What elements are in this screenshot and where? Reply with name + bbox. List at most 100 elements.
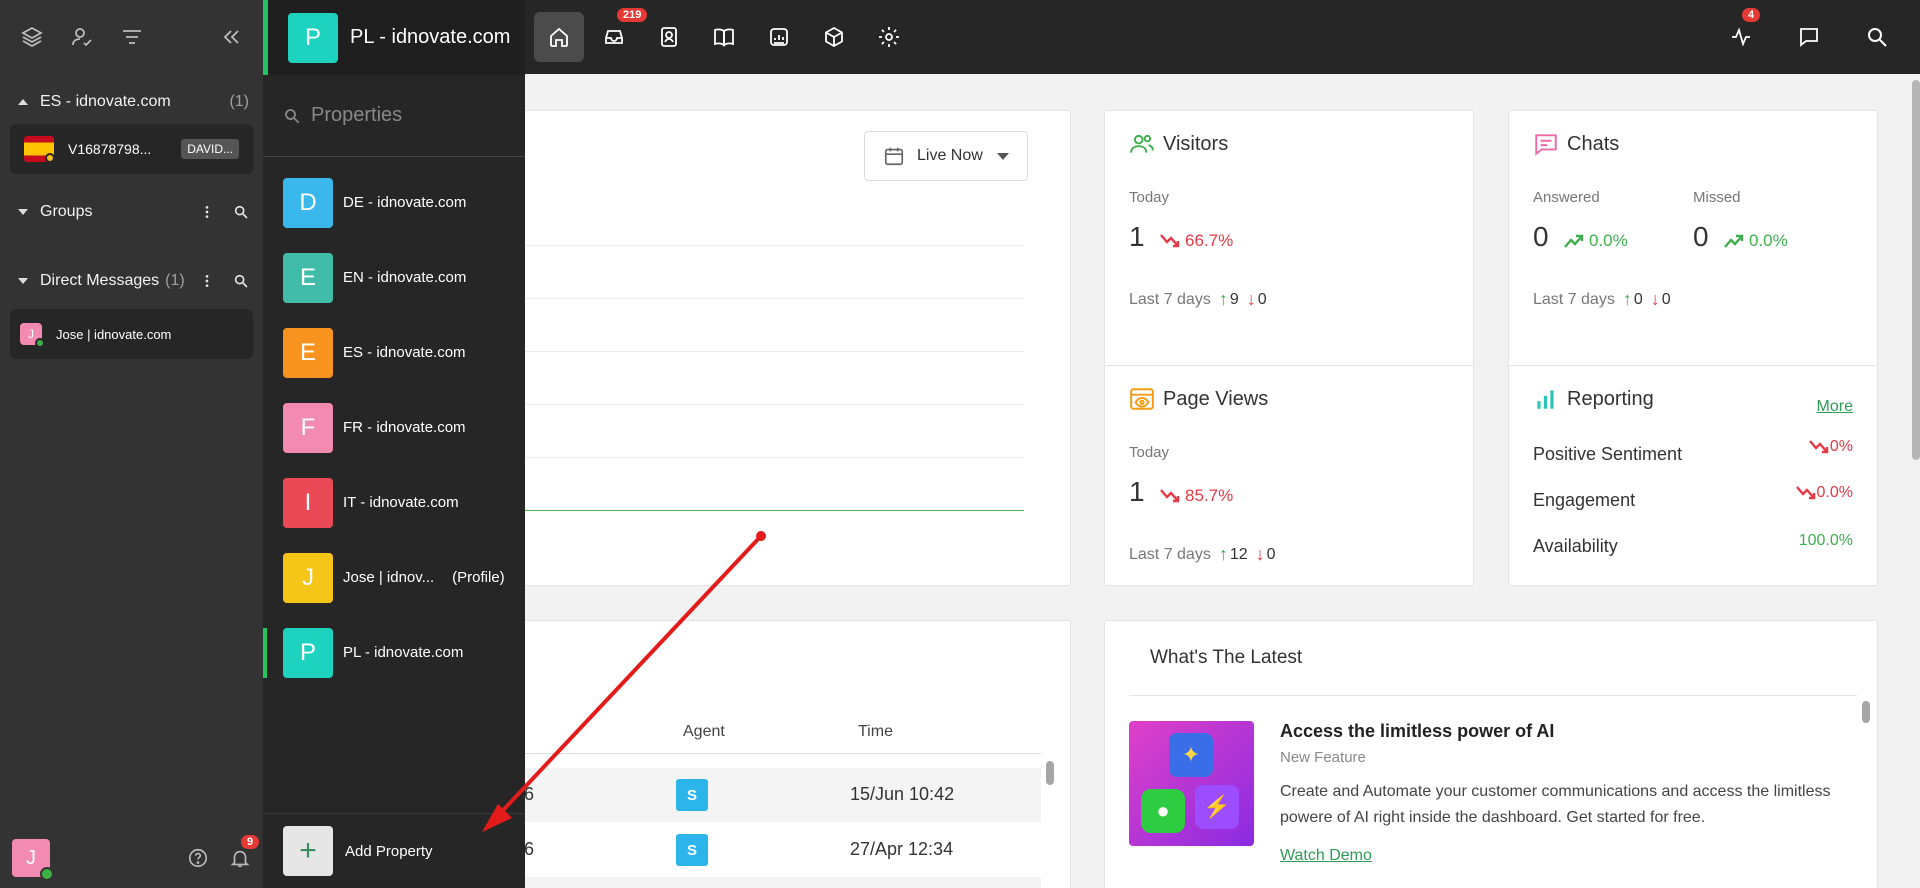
property-name: ES - idnovate.com bbox=[343, 344, 466, 361]
chart-gridline bbox=[516, 457, 1024, 458]
nav-inbox[interactable]: 219 bbox=[589, 8, 648, 62]
search-icon[interactable] bbox=[233, 204, 249, 220]
property-tile: E bbox=[283, 327, 333, 378]
user-avatar[interactable]: J bbox=[12, 839, 54, 881]
chats-last7: Last 7 days ↑ 0 ↓ 0 bbox=[1533, 289, 1671, 309]
search-icon[interactable] bbox=[233, 273, 249, 289]
caret-down-icon bbox=[18, 209, 28, 215]
news-subtitle: New Feature bbox=[1280, 749, 1366, 766]
cell-time: 15/Jun 10:42 bbox=[850, 784, 955, 804]
property-name: Jose | idnov... bbox=[343, 569, 435, 586]
nav-home[interactable] bbox=[534, 12, 584, 62]
global-search-button[interactable] bbox=[1852, 12, 1902, 62]
latest-divider bbox=[1129, 695, 1857, 696]
report-icon bbox=[770, 28, 788, 46]
ai-feature-image: ✦ ● ⚡ bbox=[1129, 721, 1254, 846]
collapse-sidebar-icon[interactable] bbox=[219, 25, 243, 49]
visitor-name: V16878798... bbox=[68, 141, 152, 157]
more-vertical-icon[interactable] bbox=[199, 273, 215, 289]
arrow-up-icon: ↑ bbox=[1622, 289, 1632, 309]
property-item-de[interactable]: D DE - idnovate.com bbox=[263, 165, 525, 240]
table-scrollbar[interactable] bbox=[1046, 761, 1054, 785]
page-scrollbar[interactable] bbox=[1912, 80, 1920, 460]
dm-item[interactable]: J Jose | idnovate.com bbox=[10, 309, 253, 359]
current-property[interactable]: P PL - idnovate.com bbox=[263, 0, 525, 75]
property-item-fr[interactable]: F FR - idnovate.com bbox=[263, 390, 525, 465]
property-item-it[interactable]: I IT - idnovate.com bbox=[263, 465, 525, 540]
reporting-more-link[interactable]: More bbox=[1817, 398, 1853, 416]
missed-value: 0 bbox=[1693, 221, 1709, 252]
watch-demo-link[interactable]: Watch Demo bbox=[1280, 847, 1372, 865]
visitors-trend: 66.7% bbox=[1159, 231, 1233, 251]
arrow-down-icon: ↓ bbox=[1255, 544, 1265, 564]
bar-chart-icon bbox=[1537, 390, 1554, 409]
table-row[interactable] bbox=[516, 877, 1041, 888]
property-item-en[interactable]: E EN - idnovate.com bbox=[263, 240, 525, 315]
reporting-title: Reporting bbox=[1533, 386, 1654, 412]
chart-gridline bbox=[516, 351, 1024, 352]
home-icon bbox=[550, 27, 568, 47]
arrow-down-icon: ↓ bbox=[1650, 289, 1660, 309]
properties-dropdown: P PL - idnovate.com Properties D DE - id… bbox=[263, 0, 525, 888]
nav-settings[interactable] bbox=[864, 12, 914, 62]
section-count: (1) bbox=[165, 272, 185, 289]
reporting-card: Reporting More Positive Sentiment 0% Eng… bbox=[1508, 365, 1878, 586]
top-navbar: 219 4 bbox=[525, 0, 1920, 74]
activity-button[interactable]: 4 bbox=[1716, 8, 1766, 62]
cell-value: 6 bbox=[524, 839, 535, 859]
layers-icon[interactable] bbox=[20, 25, 44, 49]
property-tile: E bbox=[283, 252, 333, 303]
nav-addons[interactable] bbox=[809, 12, 859, 62]
latest-news-card: What's The Latest ✦ ● ⚡ Access the limit… bbox=[1104, 620, 1878, 888]
add-property-label: Add Property bbox=[345, 842, 433, 860]
trend-down-icon bbox=[1795, 486, 1815, 500]
section-property[interactable]: ES - idnovate.com (1) bbox=[0, 86, 263, 118]
nav-knowledge-base[interactable] bbox=[699, 12, 749, 62]
notifications-button[interactable]: 9 bbox=[229, 835, 260, 869]
availability-value: 100.0% bbox=[1798, 532, 1853, 549]
live-now-label: Live Now bbox=[917, 147, 983, 164]
property-name: FR - idnovate.com bbox=[343, 419, 466, 436]
dm-name: Jose | idnovate.com bbox=[56, 326, 172, 342]
agent-badge: DAVID... bbox=[181, 139, 239, 159]
online-status-dot bbox=[35, 338, 45, 348]
book-icon bbox=[714, 28, 734, 47]
latest-title: What's The Latest bbox=[1150, 647, 1303, 668]
filter-icon[interactable] bbox=[120, 25, 144, 49]
pageviews-card: Page Views Today 1 85.7% Last 7 days ↑ 12… bbox=[1104, 365, 1474, 586]
visitor-item[interactable]: V16878798... DAVID... bbox=[10, 124, 253, 174]
chat-button[interactable] bbox=[1784, 12, 1834, 62]
plus-icon: + bbox=[283, 826, 333, 876]
nav-contacts[interactable] bbox=[644, 12, 694, 62]
more-vertical-icon[interactable] bbox=[199, 204, 215, 220]
message-icon: ● bbox=[1141, 789, 1185, 833]
section-direct-messages[interactable]: Direct Messages (1) bbox=[0, 265, 263, 297]
caret-down-icon bbox=[18, 278, 28, 284]
news-description: Create and Automate your customer commun… bbox=[1280, 783, 1831, 826]
live-now-dropdown[interactable]: Live Now bbox=[864, 131, 1028, 181]
property-item-pl[interactable]: P PL - idnovate.com bbox=[263, 615, 525, 690]
today-label: Today bbox=[1129, 189, 1170, 206]
property-name: DE - idnovate.com bbox=[343, 194, 467, 211]
nav-reporting[interactable] bbox=[754, 12, 804, 62]
dashboard: Live Now Visitors Today 1 66.7% Last 7 d… bbox=[515, 74, 1920, 888]
pageviews-last7: Last 7 days ↑ 12 ↓ 0 bbox=[1129, 544, 1276, 564]
current-property-name: PL - idnovate.com bbox=[350, 26, 511, 48]
user-check-icon[interactable] bbox=[70, 25, 94, 49]
help-icon[interactable] bbox=[187, 847, 209, 869]
property-item-es[interactable]: E ES - idnovate.com bbox=[263, 315, 525, 390]
arrow-down-icon: ↓ bbox=[1246, 289, 1256, 309]
table-row[interactable]: 6 S 15/Jun 10:42 bbox=[516, 768, 1041, 822]
chart-gridline bbox=[516, 298, 1024, 299]
property-tile: I bbox=[283, 477, 333, 528]
lightning-chat-icon: ⚡ bbox=[1195, 785, 1239, 829]
table-row[interactable]: 6 S 27/Apr 12:34 bbox=[516, 823, 1041, 877]
property-item-profile[interactable]: J Jose | idnov... (Profile) bbox=[263, 540, 525, 615]
latest-scrollbar[interactable] bbox=[1862, 701, 1870, 723]
section-groups[interactable]: Groups bbox=[0, 196, 263, 228]
properties-search[interactable]: Properties bbox=[263, 75, 525, 157]
visitors-today-value: 1 bbox=[1129, 221, 1145, 252]
add-property-button[interactable]: + Add Property bbox=[263, 813, 525, 888]
answered-trend: 0.0% bbox=[1563, 231, 1628, 251]
chats-card: Chats Answered 0 0.0% Missed 0 0.0% Last… bbox=[1508, 110, 1878, 367]
